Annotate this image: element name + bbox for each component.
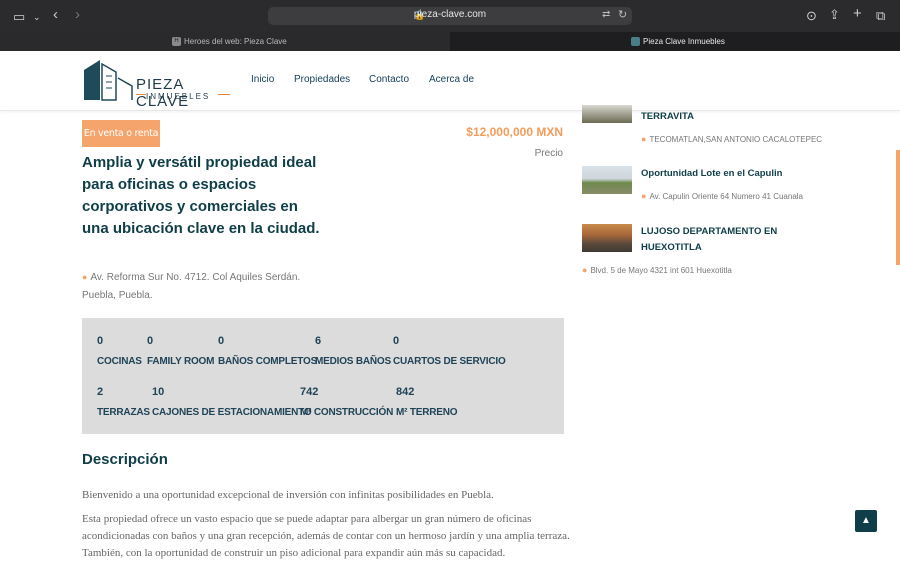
tab-bar: H Heroes del web: Pieza Clave Pieza Clave… bbox=[0, 32, 900, 51]
price-label: Precio bbox=[534, 148, 563, 159]
reload-icon[interactable]: ↻ bbox=[618, 8, 627, 21]
site-header: PIEZA CLAVE INMUEBLES Inicio Propiedades… bbox=[0, 51, 900, 111]
feature-banos-completos: 0 BAÑOS COMPLETOS bbox=[218, 335, 318, 367]
map-pin-icon: ● bbox=[582, 265, 588, 275]
new-tab-icon[interactable]: + bbox=[853, 6, 862, 21]
feature-cocinas: 0 COCINAS bbox=[97, 335, 142, 367]
listing-thumbnail[interactable] bbox=[582, 166, 632, 194]
download-icon[interactable]: ⊙ bbox=[806, 9, 817, 23]
nav-contacto[interactable]: Contacto bbox=[369, 74, 409, 85]
translate-icon[interactable]: ⇄ bbox=[602, 9, 610, 20]
features-panel: 0 COCINAS 0 FAMILY ROOM 0 BAÑOS COMPLETOS 6… bbox=[82, 318, 564, 434]
feature-cuartos-servicio: 0 CUARTOS DE SERVICIO bbox=[393, 335, 506, 367]
logo[interactable]: PIEZA CLAVE INMUEBLES bbox=[82, 58, 232, 110]
nav-propiedades[interactable]: Propiedades bbox=[294, 74, 350, 85]
listing-thumbnail[interactable] bbox=[582, 224, 632, 252]
property-price: $12,000,000 MXN bbox=[466, 125, 563, 139]
nav-acerca-de[interactable]: Acerca de bbox=[429, 74, 474, 85]
logo-divider bbox=[136, 94, 146, 95]
description-paragraph: Bienvenido a una oportunidad excepcional… bbox=[82, 489, 494, 501]
map-pin-icon: ● bbox=[82, 272, 88, 282]
tab-favicon-icon bbox=[631, 37, 640, 47]
url-text: pieza-clave.com bbox=[413, 9, 487, 20]
feature-terrazas: 2 TERRAZAS bbox=[97, 386, 150, 418]
logo-divider bbox=[218, 94, 230, 95]
tab-label: Pieza Clave Inmuebles bbox=[643, 37, 725, 46]
listing-address: ● Blvd. 5 de Mayo 4321 int 601 Huexotitla bbox=[582, 265, 732, 275]
map-pin-icon: ● bbox=[641, 134, 647, 144]
chevron-up-icon: ▲ bbox=[861, 515, 871, 526]
feature-medios-banos: 6 MEDIOS BAÑOS bbox=[315, 335, 391, 367]
building-logo-icon bbox=[84, 60, 133, 101]
property-address: ● Av. Reforma Sur No. 4712. Col Aquiles S… bbox=[82, 268, 312, 305]
tab-heroes[interactable]: H Heroes del web: Pieza Clave bbox=[0, 32, 450, 51]
feature-m2-construccion: 742 M² CONSTRUCCIÓN bbox=[300, 386, 394, 418]
page-title: Amplia y versátil propiedad ideal para o… bbox=[82, 154, 320, 237]
listing-address: ● TECOMATLAN,SAN ANTONIO CACALOTEPEC bbox=[641, 134, 823, 144]
tab-overview-icon[interactable]: ⧉ bbox=[876, 9, 885, 23]
feature-family-room: 0 FAMILY ROOM bbox=[147, 335, 215, 367]
status-badge: En venta o renta bbox=[82, 120, 160, 147]
sidebar-listing-terravita[interactable]: TERRAVITA ● TECOMATLAN,SAN ANTONIO CACALO… bbox=[582, 105, 823, 151]
back-to-top-button[interactable]: ▲ bbox=[855, 510, 877, 532]
back-icon[interactable]: ‹ bbox=[53, 7, 58, 22]
forward-icon[interactable]: › bbox=[75, 7, 80, 22]
sidebar-toggle-icon[interactable]: ▭ bbox=[13, 10, 25, 24]
description-paragraph: Esta propiedad ofrece un vasto espacio q… bbox=[82, 513, 570, 559]
map-pin-icon: ● bbox=[641, 191, 647, 201]
listing-title[interactable]: TERRAVITA bbox=[641, 109, 811, 125]
address-text: Av. Reforma Sur No. 4712. Col Aquiles Se… bbox=[82, 272, 301, 301]
nav-inicio[interactable]: Inicio bbox=[251, 74, 274, 85]
browser-toolbar: ▭ ⌄ ‹ › 🔒 pieza-clave.com ⇄ ↻ ⊙ ⇪ + ⧉ bbox=[0, 0, 900, 32]
scrollbar[interactable] bbox=[896, 150, 900, 265]
tab-pieza-clave[interactable]: Pieza Clave Inmuebles bbox=[450, 32, 900, 51]
feature-m2-terreno: 842 M² TERRENO bbox=[396, 386, 458, 418]
sidebar-listing-huexotitla[interactable]: LUJOSO DEPARTAMENTO EN HUEXOTITLA ● Blvd.… bbox=[582, 224, 822, 284]
tab-favicon: H bbox=[172, 37, 181, 47]
logo-subtitle: INMUEBLES bbox=[146, 92, 211, 101]
listing-title[interactable]: LUJOSO DEPARTAMENTO EN HUEXOTITLA bbox=[641, 224, 811, 256]
listing-address: ● Av. Capulin Oriente 64 Numero 41 Cuanal… bbox=[641, 191, 804, 201]
address-bar[interactable]: 🔒 pieza-clave.com ⇄ ↻ bbox=[268, 7, 632, 25]
listing-title[interactable]: Oportunidad Lote en el Capulin bbox=[641, 166, 811, 182]
tab-label: Heroes del web: Pieza Clave bbox=[184, 37, 287, 46]
chevron-down-icon[interactable]: ⌄ bbox=[33, 10, 41, 24]
sidebar-listing-capulin[interactable]: Oportunidad Lote en el Capulin ● Av. Capu… bbox=[582, 166, 822, 206]
feature-cajones: 10 CAJONES DE ESTACIONAMIENTO bbox=[152, 386, 312, 418]
listing-thumbnail[interactable] bbox=[582, 105, 632, 123]
description-title: Descripción bbox=[82, 451, 168, 468]
share-icon[interactable]: ⇪ bbox=[829, 8, 840, 22]
